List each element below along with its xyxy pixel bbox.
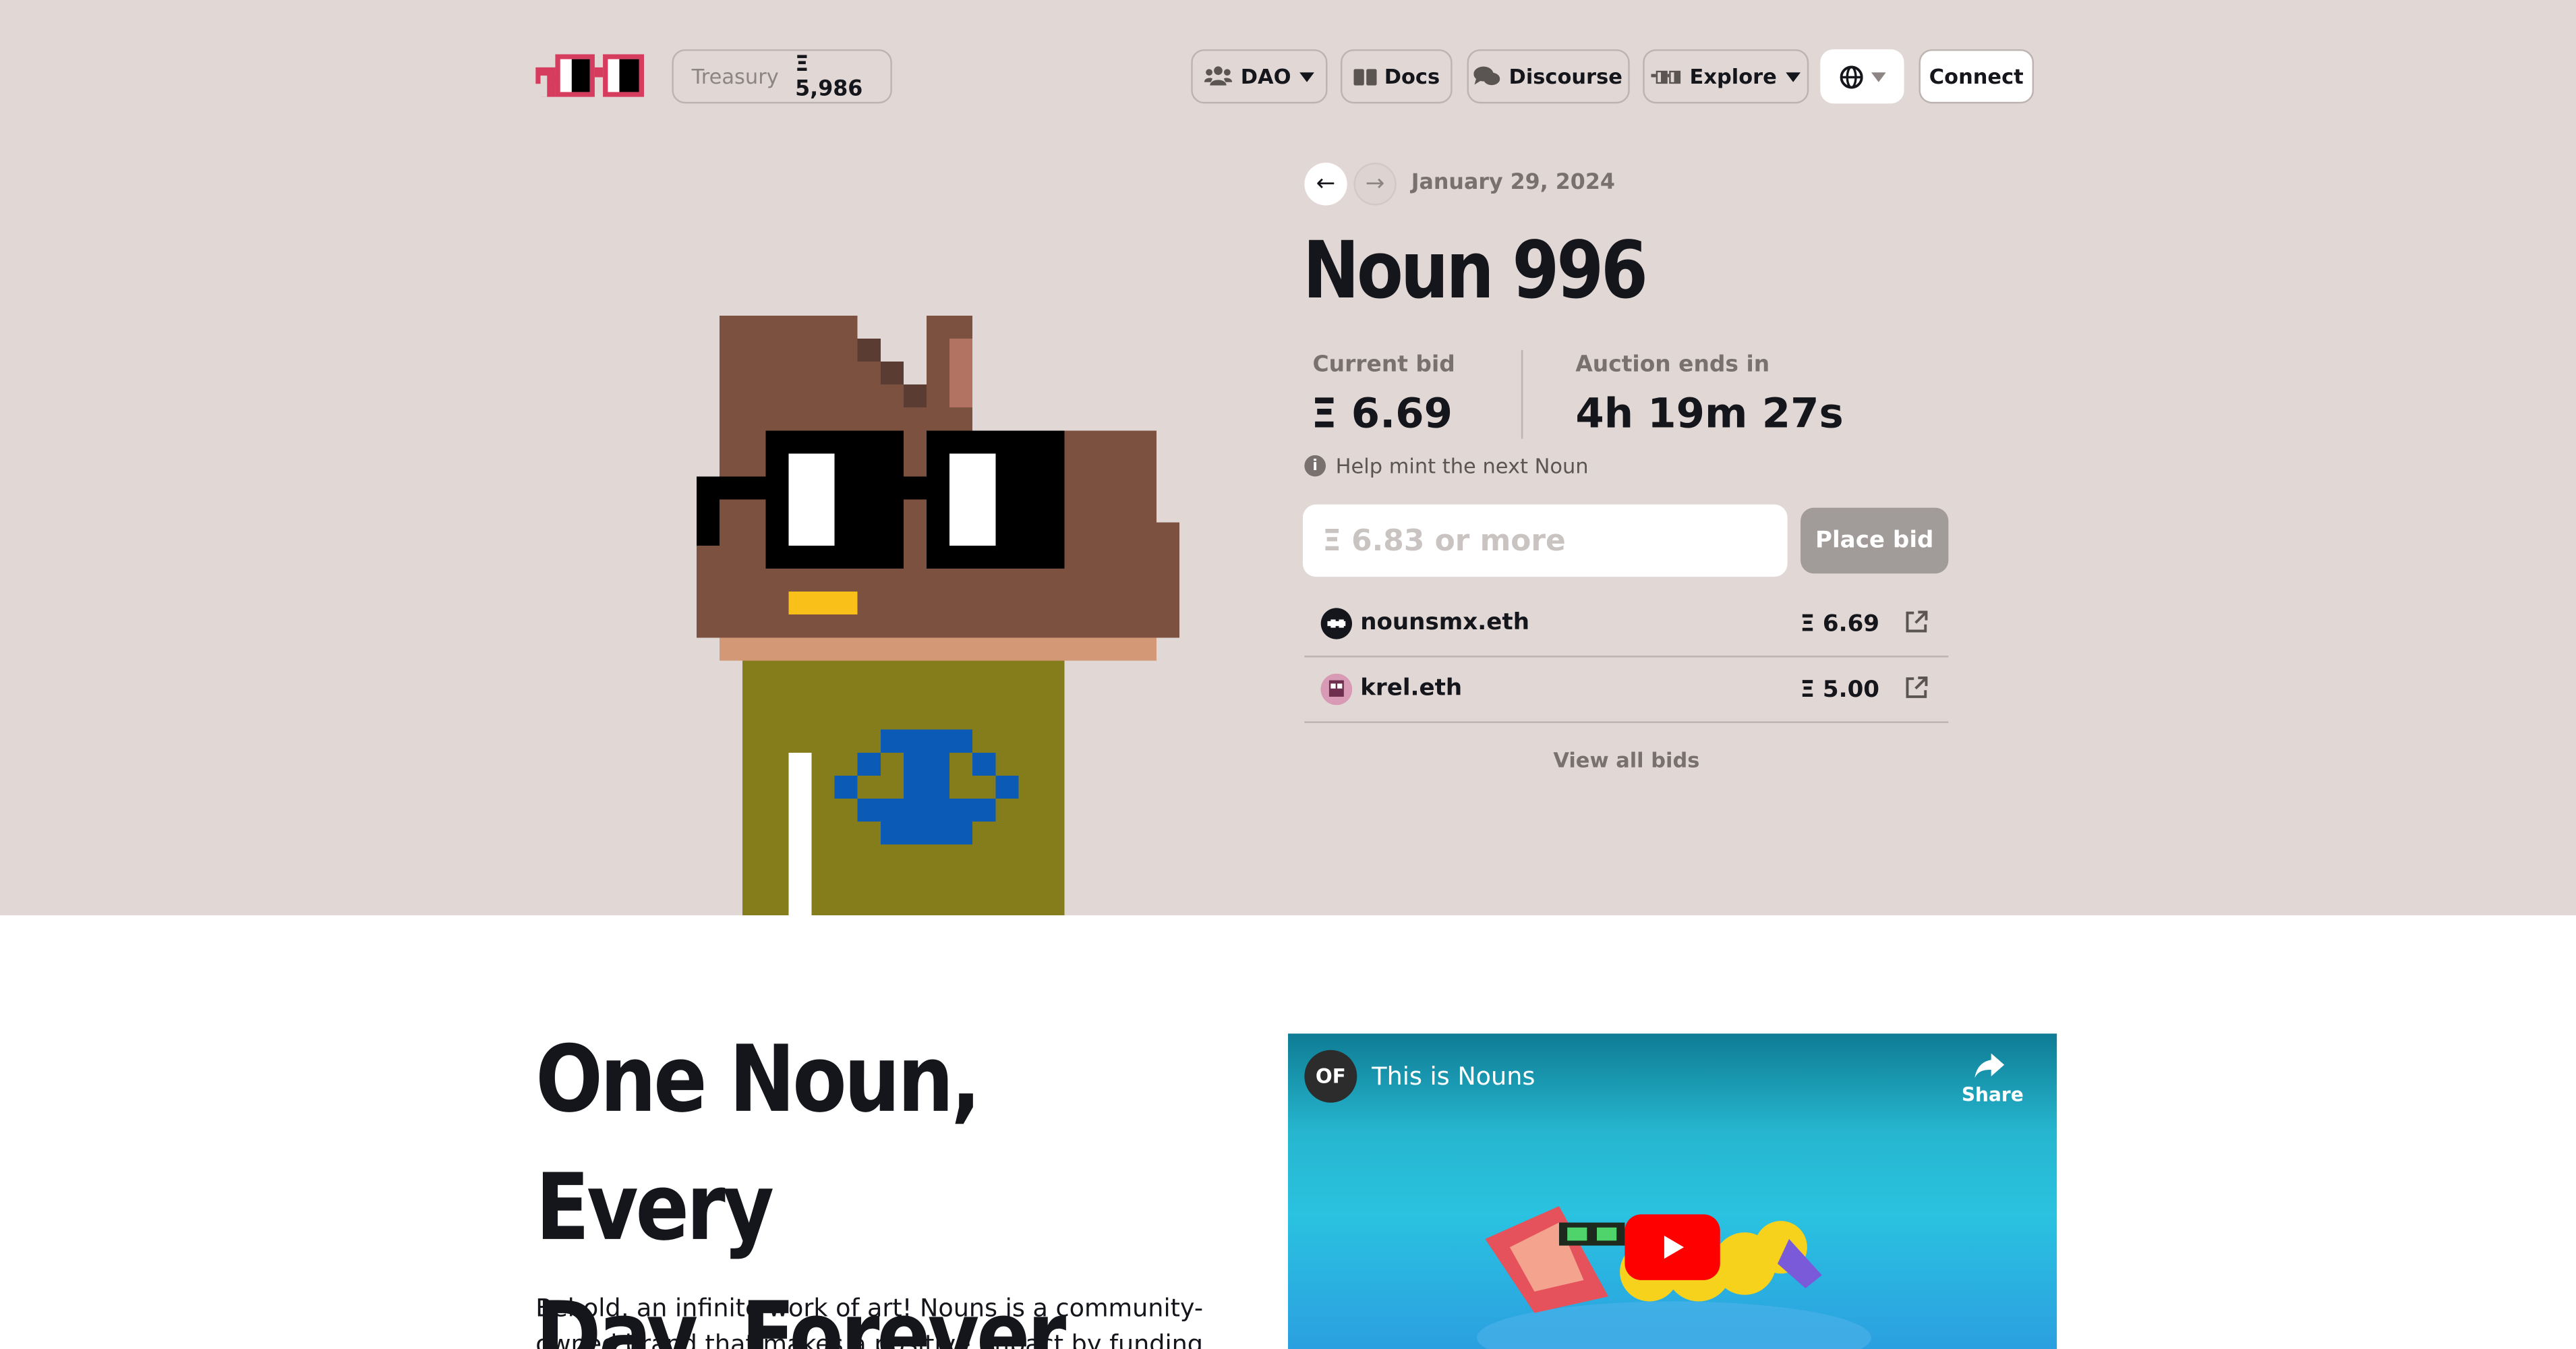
previous-noun-button[interactable]: ← — [1304, 163, 1347, 206]
body-line-2: owned brand that makes a positive impact… — [535, 1329, 1203, 1349]
bid-row: nounsmx.eth Ξ 6.69 — [1304, 590, 1949, 658]
connect-button[interactable]: Connect — [1919, 49, 2035, 104]
about-body: Behold, an infinite work of art! Nouns i… — [535, 1290, 1225, 1349]
video-title[interactable]: This is Nouns — [1372, 1062, 1535, 1091]
caret-down-icon — [1870, 71, 1885, 82]
external-link-icon[interactable] — [1904, 675, 1929, 700]
share-arrow-icon — [1974, 1053, 2005, 1079]
arrow-left-icon: ← — [1316, 171, 1336, 198]
bid-amount: Ξ 6.69 — [1800, 611, 1880, 638]
about-section: One Noun, Every Day, Forever. Behold, an… — [0, 915, 2576, 1349]
share-label: Share — [1961, 1083, 2024, 1106]
info-icon: i — [1304, 455, 1326, 477]
external-link-icon[interactable] — [1904, 610, 1929, 635]
discourse-label: Discourse — [1509, 64, 1622, 89]
bidder-avatar — [1320, 608, 1353, 639]
comments-icon — [1474, 66, 1501, 86]
share-button[interactable]: Share — [1961, 1053, 2024, 1106]
video-player[interactable]: OF This is Nouns Share — [1287, 1033, 2057, 1349]
help-mint-link[interactable]: i Help mint the next Noun — [1304, 453, 1589, 478]
headline-line-1: One Noun, Every — [535, 1027, 981, 1263]
bid-amount: Ξ 5.00 — [1800, 677, 1880, 704]
users-icon — [1204, 66, 1233, 86]
view-all-bids-link[interactable]: View all bids — [1304, 747, 1948, 772]
noggles-icon — [1651, 69, 1682, 84]
nouns-logo[interactable] — [535, 54, 644, 97]
language-menu-button[interactable] — [1820, 49, 1904, 104]
auction-countdown: 4h 19m 27s — [1575, 389, 1844, 438]
bid-row: krel.eth Ξ 5.00 — [1304, 656, 1949, 723]
current-bid-value: Ξ 6.69 — [1311, 389, 1453, 438]
docs-label: Docs — [1384, 64, 1440, 89]
channel-avatar[interactable]: OF — [1304, 1050, 1357, 1103]
page: Treasury Ξ 5,986 DAO Docs Discourse Expl… — [0, 0, 2576, 1349]
place-bid-button[interactable]: Place bid — [1801, 507, 1949, 574]
globe-icon — [1839, 65, 1863, 88]
treasury-label: Treasury — [691, 64, 779, 89]
noun-image — [696, 315, 1180, 915]
caret-down-icon — [1299, 71, 1314, 82]
bidder-avatar — [1320, 673, 1353, 706]
bid-amount-input[interactable] — [1302, 504, 1788, 577]
auction-ends-label: Auction ends in — [1575, 351, 1770, 378]
book-icon — [1353, 68, 1376, 85]
next-noun-button[interactable]: → — [1353, 163, 1397, 206]
treasury-badge[interactable]: Treasury Ξ 5,986 — [672, 49, 892, 104]
auction-date: January 29, 2024 — [1411, 171, 1615, 196]
connect-label: Connect — [1929, 64, 2024, 89]
caret-down-icon — [1785, 71, 1800, 82]
arrow-right-icon: → — [1365, 171, 1385, 198]
dao-label: DAO — [1240, 64, 1291, 89]
current-bid-label: Current bid — [1312, 351, 1455, 378]
stat-divider — [1521, 349, 1523, 439]
help-text: Help mint the next Noun — [1335, 453, 1589, 478]
auction-hero: Treasury Ξ 5,986 DAO Docs Discourse Expl… — [0, 0, 2576, 915]
youtube-play-icon — [1664, 1236, 1685, 1259]
body-line-1: Behold, an infinite work of art! Nouns i… — [535, 1293, 1204, 1323]
bidder-name[interactable]: krel.eth — [1360, 675, 1462, 701]
explore-menu-button[interactable]: Explore — [1643, 49, 1809, 104]
bidder-name[interactable]: nounsmx.eth — [1360, 610, 1529, 636]
explore-label: Explore — [1689, 64, 1777, 89]
docs-button[interactable]: Docs — [1340, 49, 1453, 104]
youtube-play-button[interactable] — [1624, 1214, 1720, 1280]
dao-menu-button[interactable]: DAO — [1191, 49, 1328, 104]
noun-title: Noun 996 — [1302, 225, 1648, 318]
discourse-button[interactable]: Discourse — [1467, 49, 1630, 104]
treasury-value: Ξ 5,986 — [795, 51, 863, 101]
